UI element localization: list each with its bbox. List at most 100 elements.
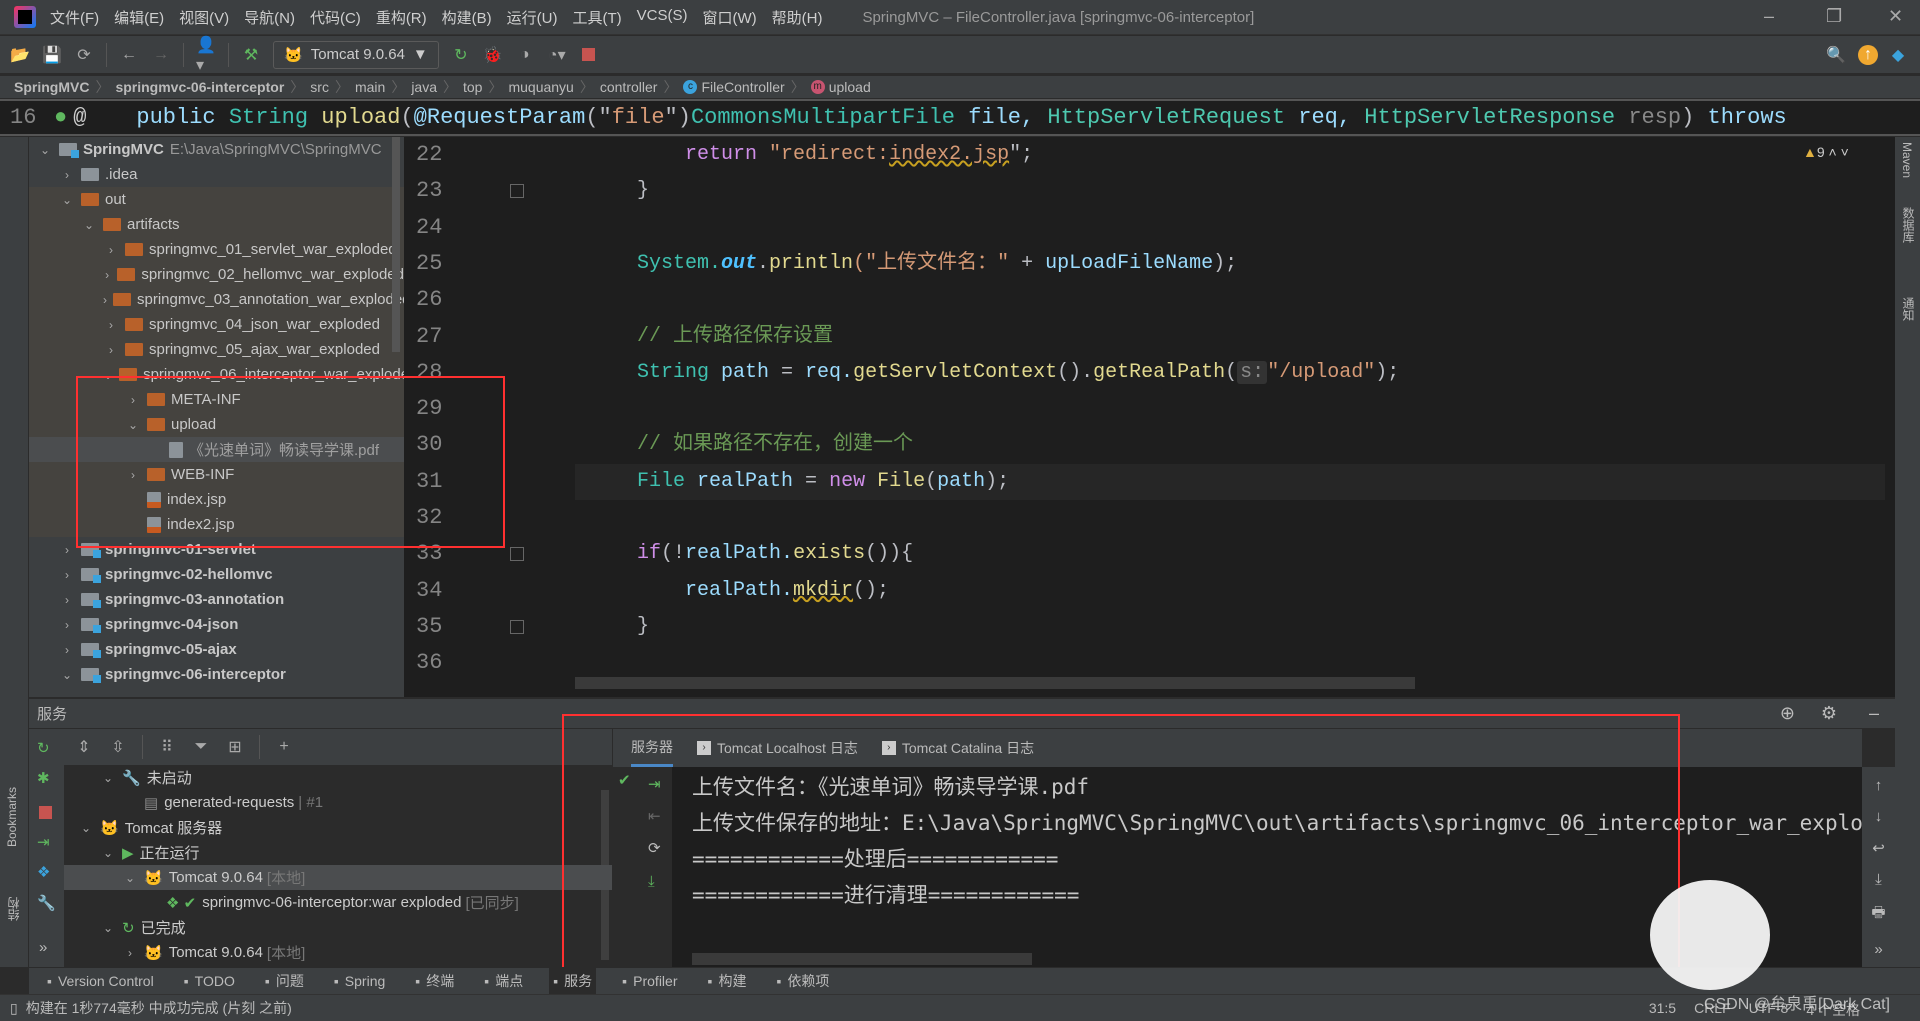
user-icon[interactable]: 👤▾ <box>196 37 216 74</box>
minimize-button[interactable]: – <box>1764 6 1774 27</box>
gear-icon[interactable]: ⚙ <box>1821 703 1837 724</box>
soft-wrap-icon[interactable]: ↩ <box>1872 839 1885 857</box>
minimize-panel-icon[interactable]: – <box>1869 703 1879 724</box>
database-tool-tab[interactable]: 数据库 <box>1900 207 1917 243</box>
breadcrumb-item[interactable]: java <box>411 79 437 95</box>
chevron-down-icon[interactable]: ⌄ <box>122 871 138 885</box>
chevron-right-icon[interactable]: › <box>59 643 75 657</box>
menu-item[interactable]: 运行(U) <box>507 7 558 28</box>
coverage-icon[interactable]: ◑ <box>515 45 535 65</box>
maven-tool-tab[interactable]: Maven <box>1900 142 1914 178</box>
code-line[interactable] <box>575 500 1885 536</box>
service-tree-item[interactable]: ▤ generated-requests | #1 <box>64 790 323 815</box>
code-line[interactable] <box>575 210 1885 246</box>
chevron-right-icon[interactable]: › <box>59 168 75 182</box>
chevron-right-icon[interactable]: › <box>59 618 75 632</box>
tab-catalina-log[interactable]: › Tomcat Catalina 日志 <box>881 729 1034 767</box>
menu-item[interactable]: 工具(T) <box>572 7 621 28</box>
tree-item[interactable]: › META-INF <box>29 387 404 412</box>
service-tree-item[interactable]: ⌄ 🐱 Tomcat 9.0.64 [本地] <box>64 865 612 890</box>
filter-icon[interactable]: ⏷ <box>191 737 211 757</box>
tool-window-依赖项[interactable]: ▪ 依赖项 <box>772 968 833 995</box>
menu-item[interactable]: 窗口(W) <box>702 7 756 28</box>
horizontal-scrollbar[interactable] <box>692 953 1032 965</box>
tool-window-端点[interactable]: ▪ 端点 <box>480 968 527 995</box>
menu-item[interactable]: VCS(S) <box>637 7 688 28</box>
chevron-right-icon[interactable]: › <box>103 318 119 332</box>
code-line[interactable]: } <box>575 173 1885 209</box>
tree-item[interactable]: ⌄ upload <box>29 412 404 437</box>
chevron-right-icon[interactable]: › <box>59 568 75 582</box>
undeploy-icon[interactable]: ⇤ <box>648 807 661 825</box>
tree-item[interactable]: › springmvc_02_hellomvc_war_exploded <box>29 262 404 287</box>
tree-item[interactable]: › springmvc-05-ajax <box>29 637 404 662</box>
tree-item[interactable]: ⌄ out <box>29 187 404 212</box>
tree-item[interactable]: › springmvc_01_servlet_war_exploded <box>29 237 404 262</box>
code-line[interactable]: } <box>575 609 1885 645</box>
chevron-down-icon[interactable]: ⌄ <box>125 418 141 432</box>
menu-item[interactable]: 文件(F) <box>50 7 99 28</box>
restore-button[interactable]: ❐ <box>1826 6 1842 27</box>
menu-item[interactable]: 视图(V) <box>179 7 229 28</box>
tree-item[interactable]: › springmvc-03-annotation <box>29 587 404 612</box>
rerun-icon[interactable]: ↻ <box>451 45 471 65</box>
tree-item[interactable]: › springmvc_05_ajax_war_exploded <box>29 337 404 362</box>
menu-item[interactable]: 代码(C) <box>310 7 361 28</box>
scroll-up-icon[interactable]: ↑ <box>1875 777 1883 794</box>
code-line[interactable]: if(!realPath.exists()){ <box>575 536 1885 572</box>
tab-localhost-log[interactable]: › Tomcat Localhost 日志 <box>697 729 858 767</box>
caret-position[interactable]: 31:5 <box>1649 1000 1676 1020</box>
chevron-right-icon[interactable]: › <box>103 243 119 257</box>
breadcrumb-item[interactable]: main <box>355 79 385 95</box>
build-hammer-icon[interactable]: ⚒ <box>241 45 261 65</box>
chevron-down-icon[interactable]: ⌄ <box>103 368 113 382</box>
chevron-right-icon[interactable]: › <box>122 946 138 960</box>
add-icon[interactable]: + <box>274 737 294 757</box>
code-line[interactable] <box>575 645 1885 681</box>
stop-icon[interactable] <box>579 45 599 65</box>
tree-item[interactable]: › springmvc-02-hellomvc <box>29 562 404 587</box>
status-toggle-icon[interactable]: ▯ <box>10 1000 18 1017</box>
fold-marker-icon[interactable] <box>510 184 524 199</box>
more-icon[interactable]: » <box>1874 941 1882 958</box>
tree-item[interactable]: index2.jsp <box>29 512 404 537</box>
tree-item[interactable]: › springmvc-04-json <box>29 612 404 637</box>
debug-icon[interactable]: 🐞 <box>483 45 503 65</box>
scrollbar[interactable] <box>392 137 400 352</box>
tool-window-终端[interactable]: ▪ 终端 <box>411 968 458 995</box>
code-line[interactable] <box>575 391 1885 427</box>
collapse-all-icon[interactable]: ⇳ <box>108 737 128 757</box>
fold-marker-icon[interactable] <box>510 619 524 634</box>
scroll-down-icon[interactable]: ↓ <box>1875 808 1883 825</box>
expand-all-icon[interactable]: ⇕ <box>74 737 94 757</box>
update-app-icon[interactable]: ⤓ <box>648 873 655 890</box>
tree-item[interactable]: › WEB-INF <box>29 462 404 487</box>
code-line[interactable]: System.out.println("上传文件名：" + upLoadFile… <box>575 246 1885 282</box>
code-line[interactable]: realPath.mkdir(); <box>575 573 1885 609</box>
back-icon[interactable]: ← <box>119 45 139 65</box>
code-line[interactable]: return "redirect:index2.jsp"; <box>575 137 1885 173</box>
rerun-icon[interactable]: ↻ <box>37 739 50 757</box>
forward-icon[interactable]: → <box>151 45 171 65</box>
fold-marker-icon[interactable] <box>510 547 524 562</box>
breadcrumb-item[interactable]: FileController <box>701 79 784 95</box>
tool-window-profiler[interactable]: ▪ Profiler <box>618 968 681 995</box>
menu-item[interactable]: 导航(N) <box>244 7 295 28</box>
search-icon[interactable]: 🔍 <box>1826 45 1846 65</box>
chevron-down-icon[interactable]: ⌄ <box>59 668 75 682</box>
warning-indicator[interactable]: ▲9 ˄ ˅ <box>1803 144 1849 160</box>
chevron-down-icon[interactable]: ⌄ <box>100 846 116 860</box>
artifact-icon[interactable]: ❖ <box>37 863 50 881</box>
chevron-down-icon[interactable]: ⌄ <box>81 218 97 232</box>
debug-icon[interactable]: ✱ <box>37 769 50 787</box>
breadcrumb-item[interactable]: src <box>310 79 329 95</box>
service-tree-item[interactable]: ⌄ ▶ 正在运行 <box>64 840 200 865</box>
chevron-right-icon[interactable]: › <box>103 343 119 357</box>
new-tab-icon[interactable]: ⊞ <box>225 737 245 757</box>
tree-item[interactable]: index.jsp <box>29 487 404 512</box>
tool-window-spring[interactable]: ▪ Spring <box>330 968 389 995</box>
open-folder-icon[interactable]: 📂 <box>10 45 30 65</box>
chevron-right-icon[interactable]: › <box>59 543 75 557</box>
chevron-right-icon[interactable]: › <box>59 593 75 607</box>
menu-item[interactable]: 构建(B) <box>442 7 492 28</box>
